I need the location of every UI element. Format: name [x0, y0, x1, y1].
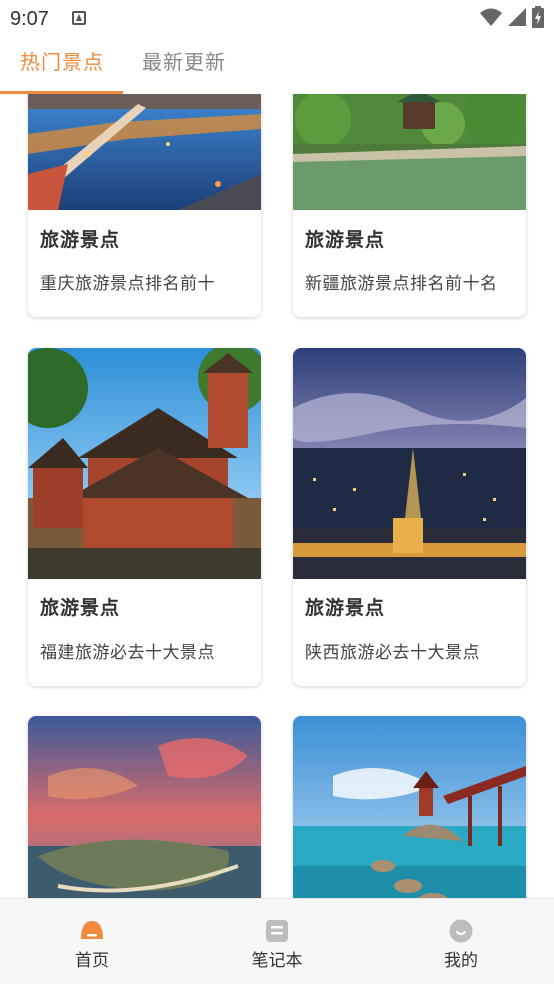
- nav-home-label: 首页: [75, 951, 109, 971]
- home-icon: [80, 919, 104, 943]
- attraction-card[interactable]: 旅游景点 新疆旅游景点排名前十名: [293, 94, 526, 317]
- card-title: 旅游景点: [40, 229, 121, 251]
- attraction-image: [28, 716, 261, 898]
- card-subtitle: 陕西旅游必去十大景点: [305, 643, 480, 663]
- app-screen: 9:07 热门景点 最新更新 旅游景点 重庆旅游景点排名前十 旅游景点 新疆旅游…: [0, 0, 554, 984]
- card-title: 旅游景点: [305, 229, 386, 251]
- attraction-card[interactable]: 旅游景点 陕西旅游必去十大景点: [293, 348, 526, 686]
- card-title: 旅游景点: [40, 597, 121, 619]
- attraction-card[interactable]: [28, 716, 261, 898]
- tab-latest-updates[interactable]: 最新更新: [142, 46, 226, 75]
- nav-notebook[interactable]: 笔记本: [232, 919, 322, 971]
- attraction-card[interactable]: 旅游景点 福建旅游必去十大景点: [28, 348, 261, 686]
- bottom-navigation: 首页 笔记本 我的: [0, 898, 554, 984]
- status-time: 9:07: [10, 8, 49, 30]
- nav-home[interactable]: 首页: [47, 919, 137, 971]
- status-icons: [480, 6, 544, 28]
- attraction-card[interactable]: [293, 716, 526, 898]
- attraction-image: [293, 348, 526, 579]
- attraction-feed[interactable]: 旅游景点 重庆旅游景点排名前十 旅游景点 新疆旅游景点排名前十名 旅游景点 福建…: [0, 94, 554, 898]
- nav-profile[interactable]: 我的: [416, 919, 506, 971]
- profile-icon: [449, 919, 473, 943]
- battery-icon: [532, 6, 544, 28]
- nav-notebook-label: 笔记本: [251, 951, 303, 971]
- category-tabs: 热门景点 最新更新: [0, 36, 554, 94]
- attraction-image: [28, 94, 261, 210]
- status-bar: 9:07: [0, 0, 554, 36]
- card-subtitle: 福建旅游必去十大景点: [40, 643, 215, 663]
- nav-profile-label: 我的: [444, 951, 478, 971]
- card-subtitle: 重庆旅游景点排名前十: [40, 274, 215, 294]
- card-subtitle: 新疆旅游景点排名前十名: [305, 274, 498, 294]
- attraction-image: [293, 94, 526, 210]
- attraction-image: [293, 716, 526, 898]
- notification-icon: [72, 11, 86, 25]
- attraction-card[interactable]: 旅游景点 重庆旅游景点排名前十: [28, 94, 261, 317]
- notebook-icon: [265, 919, 289, 943]
- attraction-image: [28, 348, 261, 579]
- wifi-icon: [480, 7, 502, 27]
- tab-hot-spots[interactable]: 热门景点: [20, 46, 104, 75]
- signal-icon: [508, 7, 526, 27]
- card-title: 旅游景点: [305, 597, 386, 619]
